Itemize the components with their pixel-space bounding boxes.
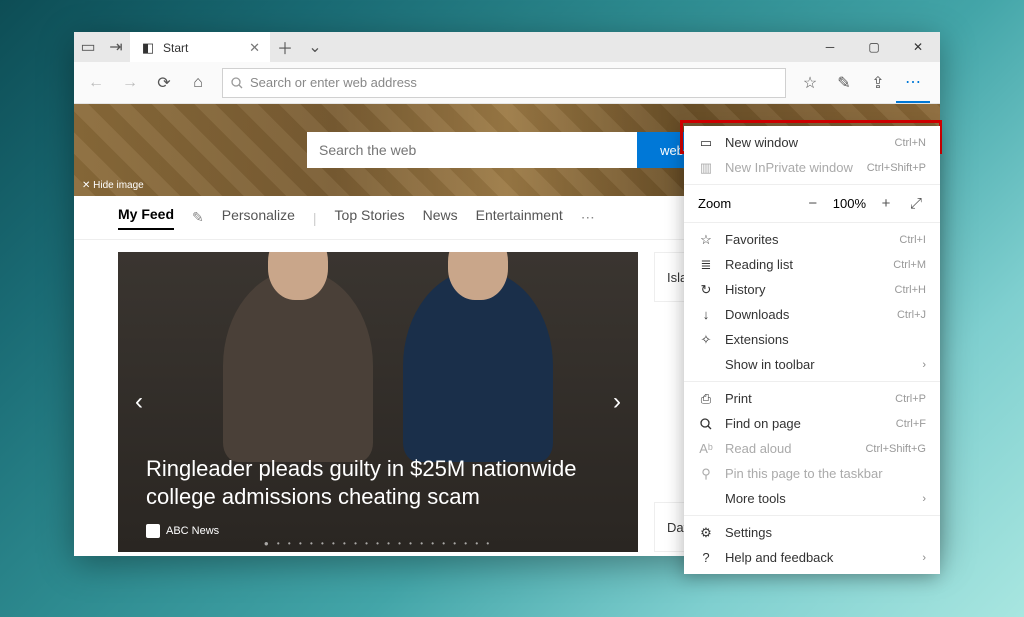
carousel-dots: ● • • • • • • • • • • • • • • • • • • • …: [264, 539, 492, 548]
search-icon: [698, 416, 714, 432]
feed-tab-personalize[interactable]: Personalize: [222, 207, 295, 229]
more-menu: ▭ New window Ctrl+N ▥ New InPrivate wind…: [684, 126, 940, 574]
feed-more-icon[interactable]: ⋯: [581, 209, 595, 226]
pencil-icon[interactable]: ✎: [192, 209, 204, 226]
menu-find[interactable]: Find on page Ctrl+F: [684, 411, 940, 436]
menu-downloads[interactable]: ↓ Downloads Ctrl+J: [684, 302, 940, 327]
puzzle-icon: ✧: [698, 332, 714, 348]
zoom-out-button[interactable]: −: [803, 195, 823, 212]
chevron-right-icon: ›: [922, 359, 926, 371]
search-icon: [231, 77, 243, 89]
menu-print[interactable]: ⎙ Print Ctrl+P: [684, 386, 940, 411]
more-menu-button[interactable]: ⋯: [896, 63, 930, 103]
web-search-input[interactable]: [307, 132, 637, 168]
share-button[interactable]: ⇪: [862, 67, 894, 99]
chevron-right-icon: ›: [922, 552, 926, 564]
chevron-right-icon: ›: [922, 493, 926, 505]
set-aside-icon[interactable]: ⇥: [102, 32, 130, 62]
titlebar: ▭ ⇥ ◧ Start ✕ ＋ ⌄ ─ ▢ ✕: [74, 32, 940, 62]
menu-favorites[interactable]: ☆ Favorites Ctrl+I: [684, 227, 940, 252]
address-placeholder: Search or enter web address: [250, 75, 417, 90]
menu-new-window[interactable]: ▭ New window Ctrl+N: [684, 130, 940, 155]
zoom-in-button[interactable]: +: [876, 195, 896, 212]
list-icon: ≣: [698, 257, 714, 273]
menu-read-aloud[interactable]: Aᵇ Read aloud Ctrl+Shift+G: [684, 436, 940, 461]
zoom-value: 100%: [833, 196, 866, 211]
menu-show-toolbar[interactable]: Show in toolbar ›: [684, 352, 940, 377]
source-label: ABC News: [146, 524, 219, 538]
headline-card[interactable]: ‹ › Ringleader pleads guilty in $25M nat…: [118, 252, 638, 552]
menu-reading-list[interactable]: ≣ Reading list Ctrl+M: [684, 252, 940, 277]
download-icon: ↓: [698, 307, 714, 323]
inprivate-icon: ▥: [698, 160, 714, 176]
tab-close-icon[interactable]: ✕: [249, 40, 260, 56]
back-button[interactable]: ←: [80, 67, 112, 99]
refresh-button[interactable]: ⟳: [148, 67, 180, 99]
fullscreen-button[interactable]: ⤢: [906, 195, 926, 212]
taskview-icon[interactable]: ▭: [74, 32, 102, 62]
toolbar: ← → ⟳ ⌂ Search or enter web address ☆ ✎ …: [74, 62, 940, 104]
feed-tab-myfeed[interactable]: My Feed: [118, 206, 174, 230]
tab-chevron-icon[interactable]: ⌄: [300, 32, 330, 62]
close-window-button[interactable]: ✕: [896, 32, 940, 62]
new-tab-button[interactable]: ＋: [270, 32, 300, 62]
pin-icon: ⚲: [698, 466, 714, 482]
star-icon: ☆: [698, 232, 714, 248]
menu-new-inprivate[interactable]: ▥ New InPrivate window Ctrl+Shift+P: [684, 155, 940, 180]
menu-help[interactable]: ? Help and feedback ›: [684, 545, 940, 570]
maximize-button[interactable]: ▢: [852, 32, 896, 62]
forward-button[interactable]: →: [114, 67, 146, 99]
favorite-button[interactable]: ☆: [794, 67, 826, 99]
minimize-button[interactable]: ─: [808, 32, 852, 62]
menu-zoom: Zoom − 100% + ⤢: [684, 189, 940, 218]
source-icon: [146, 524, 160, 538]
help-icon: ?: [698, 550, 714, 566]
tab-start[interactable]: ◧ Start ✕: [130, 32, 270, 62]
window-icon: ▭: [698, 135, 714, 151]
tab-title: Start: [163, 41, 188, 55]
page-icon: ◧: [140, 40, 156, 56]
speaker-icon: Aᵇ: [698, 441, 714, 457]
photo-placeholder: [403, 270, 553, 462]
web-search: web: [307, 132, 707, 168]
carousel-next-icon[interactable]: ›: [602, 387, 632, 417]
gear-icon: ⚙: [698, 525, 714, 541]
print-icon: ⎙: [698, 391, 714, 407]
notes-button[interactable]: ✎: [828, 67, 860, 99]
photo-placeholder: [223, 270, 373, 462]
edge-browser-window: ▭ ⇥ ◧ Start ✕ ＋ ⌄ ─ ▢ ✕ ← → ⟳ ⌂ Search o…: [74, 32, 940, 556]
menu-extensions[interactable]: ✧ Extensions: [684, 327, 940, 352]
menu-settings[interactable]: ⚙ Settings: [684, 520, 940, 545]
hide-image-link[interactable]: ✕ Hide image: [82, 180, 144, 191]
history-icon: ↻: [698, 282, 714, 298]
window-controls: ─ ▢ ✕: [808, 32, 940, 62]
menu-pin[interactable]: ⚲ Pin this page to the taskbar: [684, 461, 940, 486]
menu-history[interactable]: ↻ History Ctrl+H: [684, 277, 940, 302]
address-bar[interactable]: Search or enter web address: [222, 68, 786, 98]
feed-tab-entertainment[interactable]: Entertainment: [476, 207, 563, 229]
home-button[interactable]: ⌂: [182, 67, 214, 99]
feed-tab-topstories[interactable]: Top Stories: [335, 207, 405, 229]
headline-text: Ringleader pleads guilty in $25M nationw…: [146, 455, 610, 512]
carousel-prev-icon[interactable]: ‹: [124, 387, 154, 417]
menu-more-tools[interactable]: More tools ›: [684, 486, 940, 511]
feed-tab-news[interactable]: News: [423, 207, 458, 229]
